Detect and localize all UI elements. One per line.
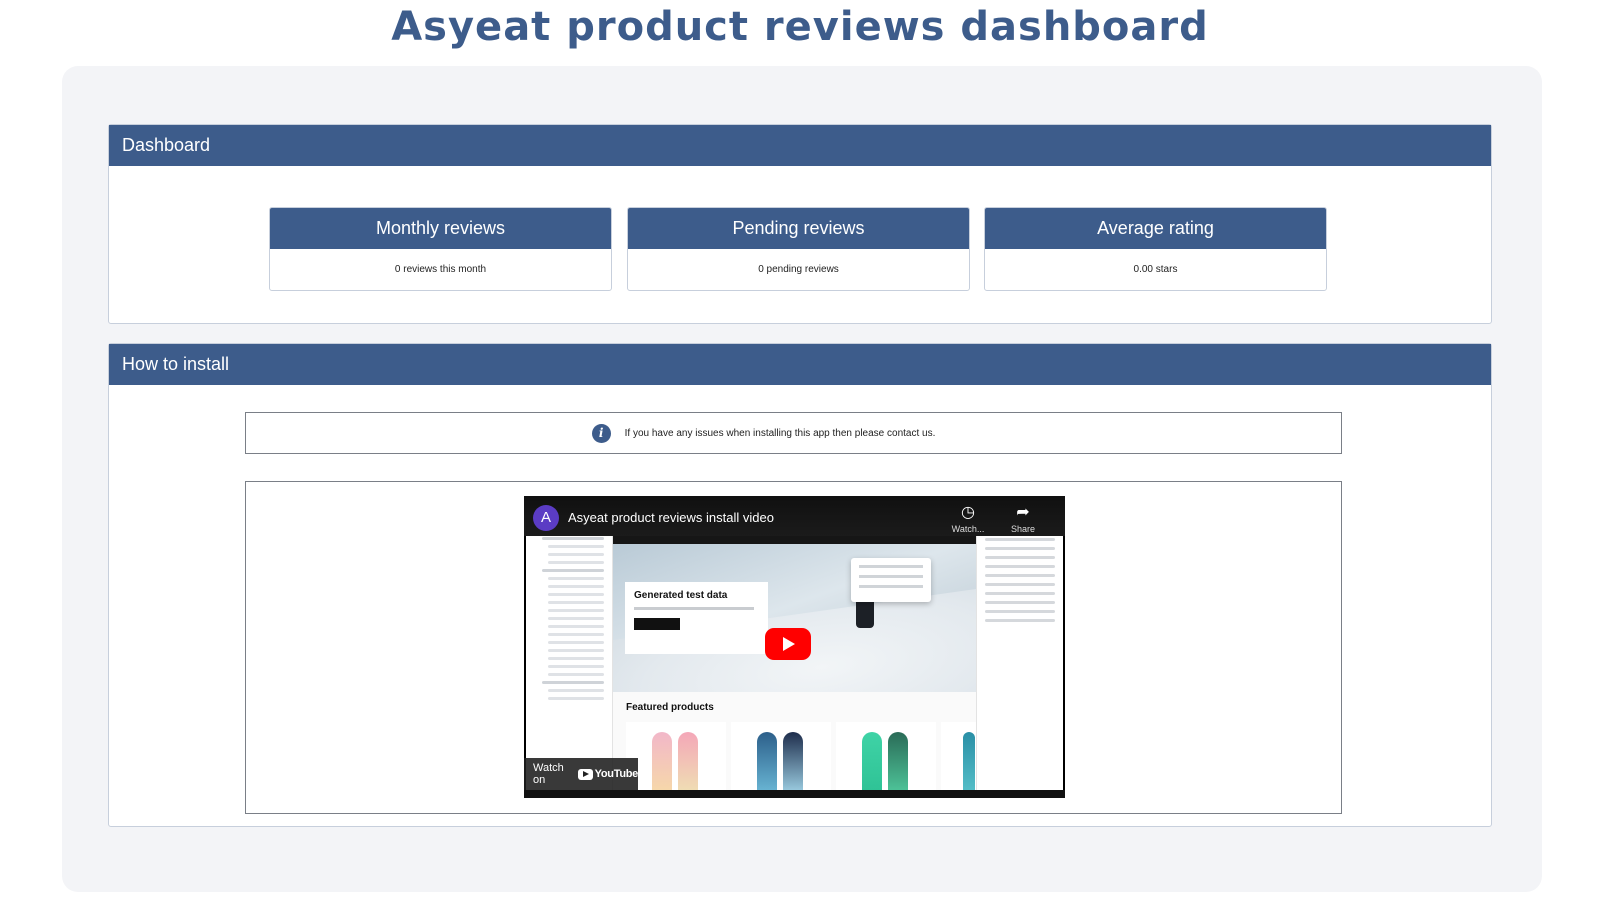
clock-icon: ◷: [961, 504, 975, 521]
pending-reviews-value: 0 pending reviews: [758, 264, 839, 275]
template-dropdown: [851, 558, 931, 602]
video-container: Generated test data Featured products A …: [245, 481, 1342, 814]
monthly-reviews-value: 0 reviews this month: [394, 264, 487, 275]
shop-products-button: [634, 618, 680, 630]
watch-on-label: Watch on: [533, 762, 564, 786]
watch-later-button[interactable]: ◷ Watch...: [948, 504, 988, 534]
share-icon: ➦: [1016, 504, 1030, 521]
share-button[interactable]: ➦ Share: [1003, 504, 1043, 534]
channel-avatar[interactable]: A: [533, 505, 559, 531]
dashboard-panel-header: Dashboard: [109, 125, 1491, 166]
pending-reviews-card: Pending reviews 0 pending reviews: [627, 207, 970, 291]
featured-products-heading: Featured products: [626, 702, 714, 713]
editor-sidebar: [526, 532, 613, 790]
play-icon: [783, 637, 795, 651]
hero-card: Generated test data: [625, 582, 768, 654]
product-tile: [836, 722, 936, 794]
monthly-reviews-card: Monthly reviews 0 reviews this month: [269, 207, 612, 291]
pending-reviews-title: Pending reviews: [628, 208, 969, 249]
watch-later-label: Watch...: [951, 524, 985, 534]
video-title[interactable]: Asyeat product reviews install video: [568, 510, 774, 525]
product-tile: [626, 722, 726, 794]
share-label: Share: [1010, 524, 1036, 534]
info-icon: i: [591, 423, 611, 443]
hero-heading: Generated test data: [634, 590, 728, 601]
product-tile: [731, 722, 831, 794]
play-button[interactable]: [765, 628, 811, 660]
install-panel-header: How to install: [109, 344, 1491, 385]
monthly-reviews-title: Monthly reviews: [270, 208, 611, 249]
average-rating-title: Average rating: [985, 208, 1326, 249]
page-title: Asyeat product reviews dashboard: [391, 4, 1209, 50]
average-rating-card: Average rating 0.00 stars: [984, 207, 1327, 291]
youtube-logo-icon: YouTube: [577, 768, 639, 780]
product-tile: [941, 722, 976, 794]
youtube-video-embed[interactable]: Generated test data Featured products A …: [524, 496, 1065, 798]
hero-image: Generated test data: [613, 544, 976, 692]
install-panel: How to install i If you have any issues …: [108, 343, 1492, 827]
editor-settings-panel: [976, 532, 1063, 790]
watch-on-youtube-button[interactable]: Watch on YouTube: [524, 758, 638, 790]
youtube-wordmark: YouTube: [594, 768, 639, 780]
info-text: If you have any issues when installing t…: [624, 427, 936, 439]
dashboard-panel: Dashboard Monthly reviews 0 reviews this…: [108, 124, 1492, 324]
video-title-bar: A Asyeat product reviews install video ◷…: [524, 496, 1065, 536]
info-banner: i If you have any issues when installing…: [245, 412, 1342, 454]
average-rating-value: 0.00 stars: [1133, 264, 1178, 275]
video-progress-bar[interactable]: [524, 790, 1065, 798]
